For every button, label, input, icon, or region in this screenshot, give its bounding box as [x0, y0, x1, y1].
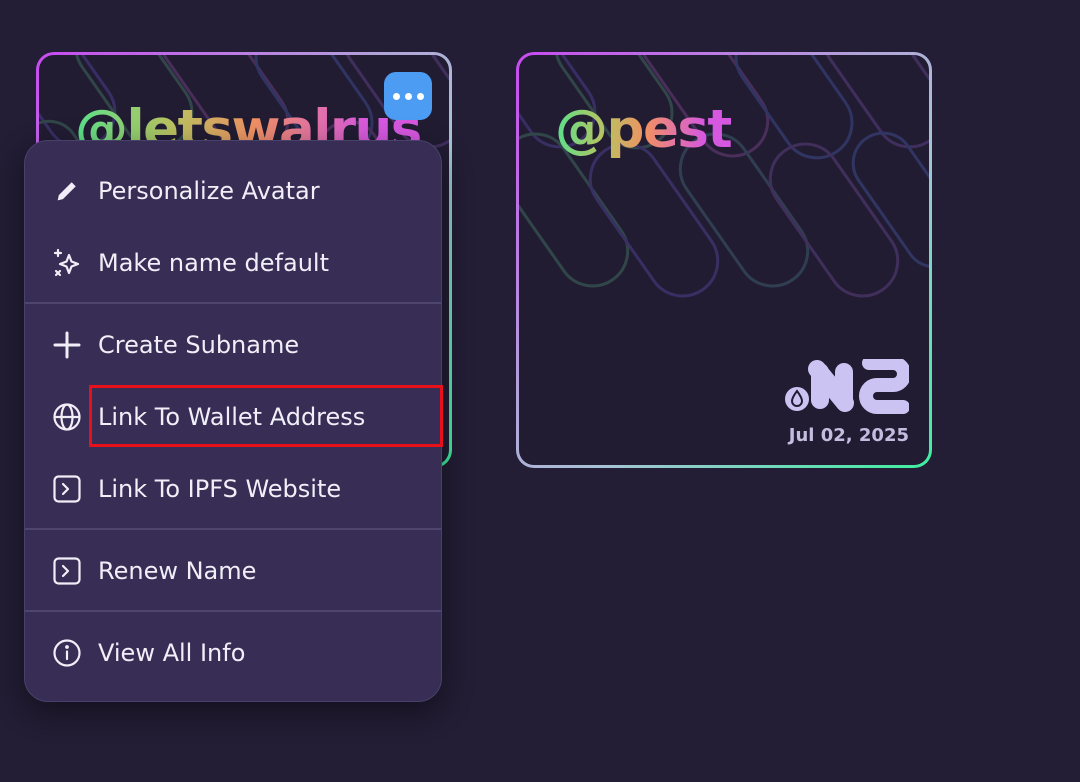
menu-divider: [25, 302, 441, 304]
menu-divider: [25, 528, 441, 530]
dot: [404, 92, 412, 100]
card-handle: @pest: [555, 99, 733, 160]
menu-item-personalize-avatar[interactable]: Personalize Avatar: [25, 155, 441, 227]
menu-item-label: Create Subname: [98, 331, 300, 359]
more-options-button[interactable]: [384, 72, 432, 120]
menu-item-label: Link To IPFS Website: [98, 475, 342, 503]
menu-item-label: Make name default: [98, 249, 329, 277]
sui-ns-logo: [785, 359, 909, 414]
menu-item-label: View All Info: [98, 639, 246, 667]
card-body: @pest Jul 02, 2025: [519, 55, 929, 465]
card-options-menu: Personalize Avatar Make name default Cre…: [24, 140, 442, 702]
menu-item-create-subname[interactable]: Create Subname: [25, 309, 441, 381]
names-page: @letswalrus @pest Jul 02, 2025 Personali…: [0, 0, 1080, 782]
globe-icon: [51, 401, 83, 433]
menu-item-make-name-default[interactable]: Make name default: [25, 227, 441, 299]
plus-icon: [51, 329, 83, 361]
menu-item-label: Link To Wallet Address: [98, 403, 366, 431]
terminal-icon: [51, 473, 83, 505]
name-card-pest[interactable]: @pest Jul 02, 2025: [516, 52, 932, 468]
expiry-date: Jul 02, 2025: [788, 425, 909, 446]
menu-divider: [25, 610, 441, 612]
info-icon: [51, 637, 83, 669]
menu-item-view-all-info[interactable]: View All Info: [25, 617, 441, 689]
sparkles-icon: [51, 247, 83, 279]
menu-item-renew-name[interactable]: Renew Name: [25, 535, 441, 607]
menu-item-label: Personalize Avatar: [98, 177, 320, 205]
menu-item-label: Renew Name: [98, 557, 257, 585]
terminal-icon: [51, 555, 83, 587]
menu-item-link-wallet-address[interactable]: Link To Wallet Address: [25, 381, 441, 453]
dot: [392, 92, 400, 100]
pencil-icon: [51, 175, 83, 207]
dot: [416, 92, 424, 100]
menu-item-link-ipfs-website[interactable]: Link To IPFS Website: [25, 453, 441, 525]
